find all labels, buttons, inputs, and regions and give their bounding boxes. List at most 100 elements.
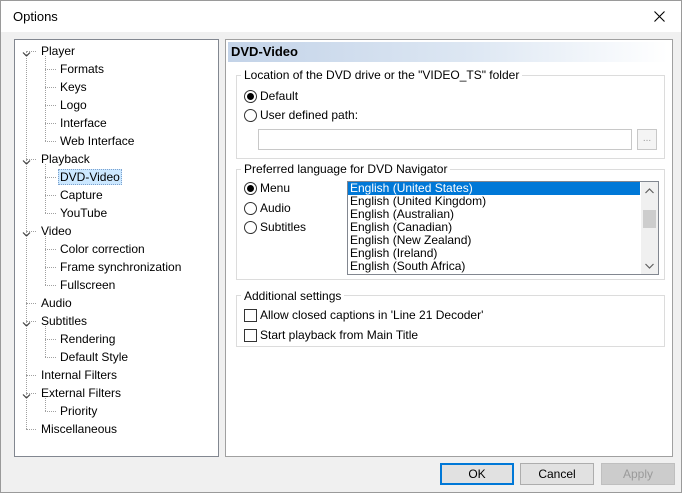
tree-item[interactable]: Capture — [58, 186, 105, 204]
tree-item-label: Audio — [41, 296, 72, 310]
tree-branch-line — [45, 236, 46, 285]
start-main-title-checkbox[interactable]: Start playback from Main Title — [244, 327, 418, 343]
tree-connector — [45, 249, 56, 250]
tree-connector — [45, 69, 56, 70]
cancel-button[interactable]: Cancel — [520, 463, 594, 485]
tree-branch-line — [45, 56, 46, 141]
tree-item[interactable]: Priority — [58, 402, 99, 420]
radio-unchecked-icon — [244, 108, 257, 122]
tree-item-label: Subtitles — [41, 314, 88, 328]
tree-connector — [45, 285, 56, 286]
start-main-title-label: Start playback from Main Title — [260, 328, 419, 342]
subtitles-radio[interactable]: Subtitles — [244, 219, 306, 235]
language-list: English (United States) English (United K… — [348, 182, 658, 273]
tree-item[interactable]: Web Interface — [58, 132, 136, 150]
additional-settings-label: Additional settings — [241, 289, 345, 303]
scroll-thumb[interactable] — [643, 210, 656, 228]
tree-item-label: Interface — [60, 116, 107, 130]
tree-item-label: Internal Filters — [41, 368, 118, 382]
tree-connector — [45, 267, 56, 268]
tree-item-label: Keys — [60, 80, 87, 94]
tree-item-label: Logo — [60, 98, 87, 112]
tree-connector — [26, 375, 36, 376]
user-defined-path-radio[interactable]: User defined path: — [244, 107, 358, 123]
tree-item[interactable]: Miscellaneous — [39, 420, 119, 438]
scroll-up-button[interactable] — [641, 182, 658, 199]
close-button[interactable] — [637, 1, 681, 32]
tree-connector — [45, 411, 56, 412]
tree-item[interactable]: Subtitles — [39, 312, 89, 330]
user-defined-path-label: User defined path: — [260, 108, 359, 122]
tree-connector — [45, 105, 56, 106]
radio-checked-icon — [244, 89, 257, 103]
tree-item[interactable]: External Filters — [39, 384, 123, 402]
language-listbox[interactable]: English (United States) English (United K… — [347, 181, 659, 275]
options-tree[interactable]: Player Formats Keys Logo Interface Web Interf… — [14, 39, 219, 457]
tree-branch-line — [45, 398, 46, 411]
tree-connector — [26, 303, 36, 304]
tree-item[interactable]: Fullscreen — [58, 276, 117, 294]
tree-item[interactable]: Interface — [58, 114, 109, 132]
menu-radio[interactable]: Menu — [244, 180, 290, 196]
tree-item[interactable]: DVD-Video — [58, 168, 122, 186]
chevron-up-icon — [645, 187, 654, 193]
tree-item[interactable]: Keys — [58, 78, 89, 96]
language-list-item[interactable]: English (South Africa) — [348, 260, 658, 273]
scroll-down-button[interactable] — [641, 257, 658, 274]
listbox-scrollbar[interactable] — [641, 182, 658, 274]
closed-captions-label: Allow closed captions in 'Line 21 Decode… — [260, 308, 484, 322]
radio-checked-icon — [244, 181, 257, 195]
tree-connector — [45, 357, 56, 358]
radio-unchecked-icon — [244, 220, 257, 234]
language-group-label: Preferred language for DVD Navigator — [241, 162, 451, 176]
tree-connector — [45, 339, 56, 340]
ok-button[interactable]: OK — [440, 463, 514, 485]
close-icon — [653, 11, 665, 22]
tree-item[interactable]: Playback — [39, 150, 92, 168]
tree-connector — [45, 195, 56, 196]
path-input[interactable] — [258, 129, 632, 150]
tree-item-label: Color correction — [60, 242, 145, 256]
tree-item[interactable]: Frame synchronization — [58, 258, 183, 276]
default-location-label: Default — [260, 89, 299, 103]
tree-item[interactable]: Formats — [58, 60, 106, 78]
checkbox-icon — [244, 328, 257, 342]
radio-unchecked-icon — [244, 201, 257, 215]
closed-captions-checkbox[interactable]: Allow closed captions in 'Line 21 Decode… — [244, 307, 483, 323]
tree-item[interactable]: YouTube — [58, 204, 109, 222]
browse-button[interactable]: ... — [637, 129, 657, 150]
menu-label: Menu — [260, 181, 291, 195]
location-group-label: Location of the DVD drive or the "VIDEO_… — [241, 68, 523, 82]
tree-item-label: External Filters — [41, 386, 122, 400]
title-bar[interactable]: Options — [1, 1, 681, 32]
tree-connector — [26, 429, 36, 430]
tree-item-label: Playback — [41, 152, 90, 166]
tree-item[interactable]: Rendering — [58, 330, 117, 348]
audio-radio[interactable]: Audio — [244, 200, 291, 216]
tree-item[interactable]: Color correction — [58, 240, 147, 258]
tree-item-label: YouTube — [60, 206, 108, 220]
tree-item[interactable]: Audio — [39, 294, 74, 312]
tree-connector — [45, 87, 56, 88]
checkbox-icon — [244, 308, 257, 322]
apply-button[interactable]: Apply — [601, 463, 675, 485]
tree-branch-line — [45, 326, 46, 357]
tree-item-label: Capture — [60, 188, 103, 202]
tree-item-label: Miscellaneous — [41, 422, 118, 436]
tree-item-label: DVD-Video — [58, 169, 122, 185]
tree-connector — [45, 123, 56, 124]
window-title: Options — [13, 9, 58, 24]
tree-connector — [45, 141, 56, 142]
default-location-radio[interactable]: Default — [244, 88, 298, 104]
tree-item-label: Web Interface — [60, 134, 135, 148]
tree-item[interactable]: Default Style — [58, 348, 130, 366]
tree-item-label: Default Style — [60, 350, 129, 364]
tree-item-label: Fullscreen — [60, 278, 116, 292]
tree-item[interactable]: Logo — [58, 96, 89, 114]
chevron-down-icon — [645, 263, 654, 269]
tree-branch-line — [45, 164, 46, 213]
tree-connector — [45, 213, 56, 214]
tree-item-label: Formats — [60, 62, 105, 76]
tree-item-label: Frame synchronization — [60, 260, 182, 274]
tree-item[interactable]: Internal Filters — [39, 366, 119, 384]
